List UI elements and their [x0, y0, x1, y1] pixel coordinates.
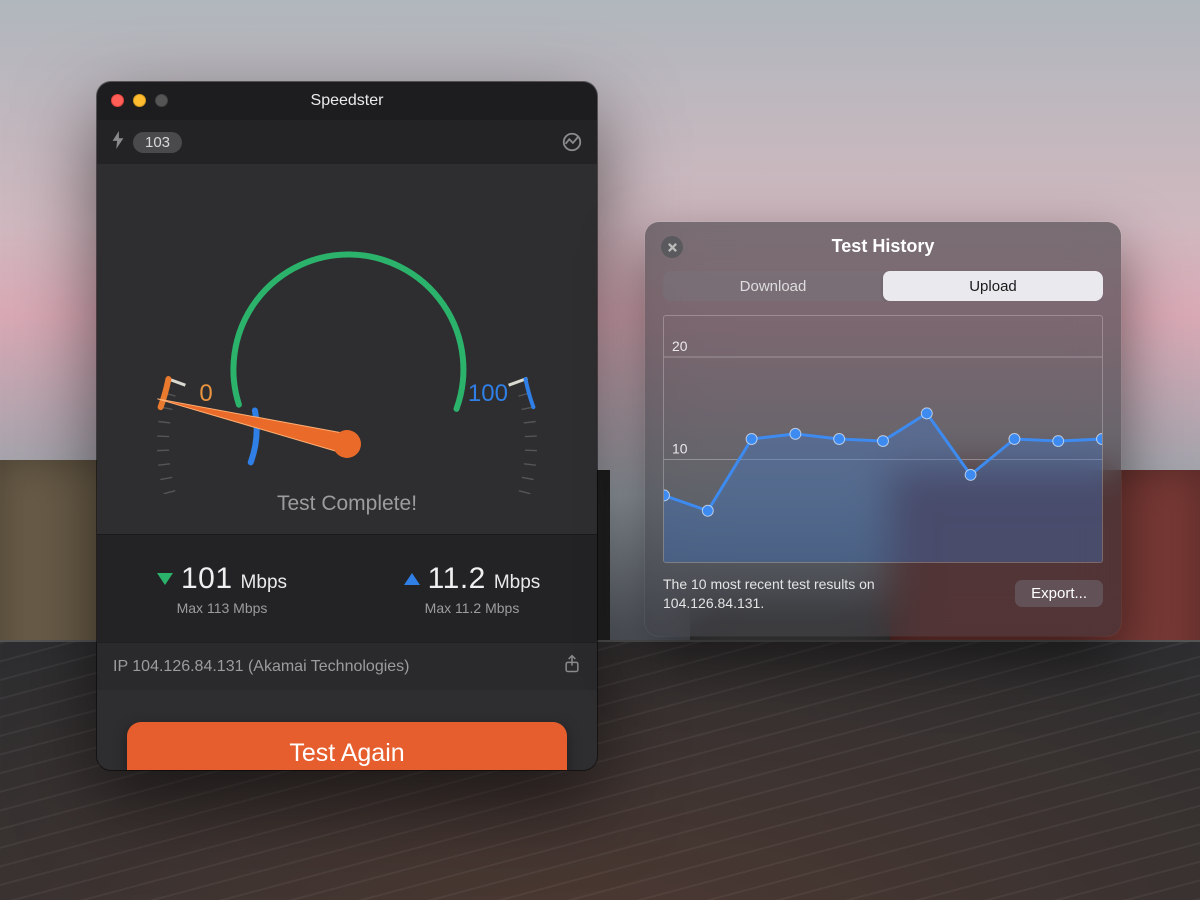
speedster-window: Speedster 103 020406080100 Test Complete… — [97, 82, 597, 770]
history-icon[interactable] — [561, 131, 583, 153]
close-icon[interactable] — [661, 236, 683, 258]
bolt-icon — [111, 131, 125, 154]
upload-value: 11.2 — [428, 562, 486, 596]
ip-text: IP 104.126.84.131 (Akamai Technologies) — [113, 658, 410, 676]
svg-text:10: 10 — [672, 441, 688, 457]
results-row: 101 Mbps Max 113 Mbps 11.2 Mbps Max 11.2… — [97, 534, 597, 642]
zoom-window-button[interactable] — [155, 94, 168, 107]
history-footnote: The 10 most recent test results on 104.1… — [663, 575, 963, 613]
test-again-button[interactable]: Test Again — [127, 722, 567, 770]
upload-max: Max 11.2 Mbps — [425, 600, 520, 616]
svg-text:20: 20 — [672, 338, 688, 354]
close-window-button[interactable] — [111, 94, 124, 107]
traffic-lights — [111, 94, 168, 107]
tab-upload[interactable]: Upload — [883, 271, 1103, 301]
speed-gauge: 020406080100 Test Complete! — [97, 164, 597, 534]
download-value: 101 — [181, 562, 233, 596]
upload-unit: Mbps — [494, 572, 540, 594]
history-tabs: Download Upload — [663, 271, 1103, 301]
download-unit: Mbps — [241, 572, 287, 594]
history-chart: 10 20 — [663, 315, 1103, 563]
download-arrow-icon — [157, 573, 173, 585]
share-icon[interactable] — [563, 654, 581, 679]
gauge-svg: 020406080100 — [97, 164, 597, 494]
tab-download[interactable]: Download — [663, 271, 883, 301]
history-popover: Test History Download Upload 10 20 The 10… — [645, 222, 1121, 636]
status-text: Test Complete! — [97, 492, 597, 516]
download-max: Max 113 Mbps — [177, 600, 268, 616]
ping-badge: 103 — [133, 132, 182, 153]
history-chart-svg: 10 20 — [664, 316, 1102, 562]
history-title: Test History — [832, 236, 935, 256]
minimize-window-button[interactable] — [133, 94, 146, 107]
titlebar[interactable]: Speedster — [97, 82, 597, 120]
window-title: Speedster — [311, 92, 384, 110]
download-result: 101 Mbps Max 113 Mbps — [97, 535, 347, 642]
svg-text:100: 100 — [468, 380, 508, 407]
ip-row: IP 104.126.84.131 (Akamai Technologies) — [97, 642, 597, 690]
export-button[interactable]: Export... — [1015, 580, 1103, 607]
svg-text:0: 0 — [199, 380, 212, 407]
upload-result: 11.2 Mbps Max 11.2 Mbps — [347, 535, 597, 642]
upload-arrow-icon — [404, 573, 420, 585]
toolbar: 103 — [97, 120, 597, 164]
